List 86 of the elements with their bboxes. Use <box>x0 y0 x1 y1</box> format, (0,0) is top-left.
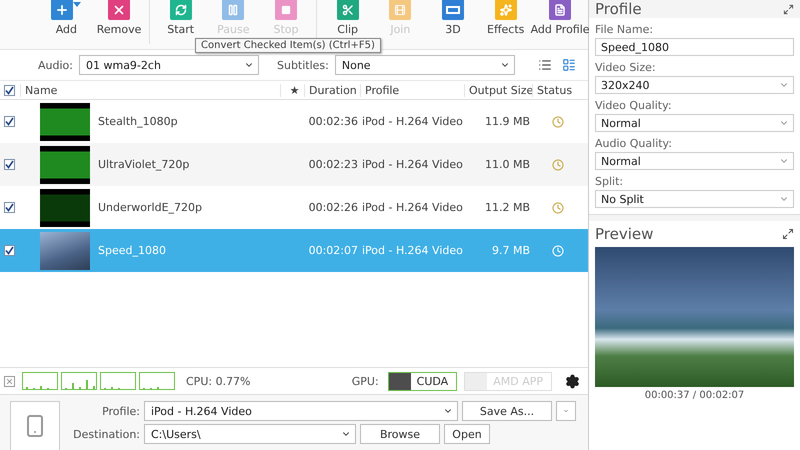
profile-label: Profile: <box>101 404 140 418</box>
field-label: File Name: <box>595 22 654 38</box>
profile-cell-text: iPod - H.264 Video <box>361 244 464 257</box>
duration-cell-text: 00:02:26 <box>308 201 359 214</box>
row-checkbox[interactable] <box>4 245 15 256</box>
toolbar-button[interactable]: Clip <box>321 0 374 36</box>
playback-time: 00:00:37 / 00:02:07 <box>644 389 746 401</box>
field-label: Video Size: <box>595 60 657 76</box>
detail-list-icon <box>562 58 576 72</box>
preview-title: Preview <box>595 225 654 243</box>
list-icon <box>538 58 552 72</box>
profile-dropdown[interactable]: iPod - H.264 Video <box>144 401 458 421</box>
column-header[interactable]: Duration <box>304 84 360 96</box>
text-field[interactable]: Speed_1080 <box>595 38 794 56</box>
film-icon <box>389 0 412 20</box>
profile-cell-text: iPod - H.264 Video <box>361 158 464 171</box>
row-checkbox[interactable] <box>4 116 15 127</box>
duration-cell-text: 00:02:36 <box>308 115 359 128</box>
field-label: Split: <box>595 174 624 190</box>
clock-icon <box>552 244 564 256</box>
toolbar-button[interactable]: Add Profile <box>532 0 588 36</box>
video-thumbnail <box>40 102 90 140</box>
cpu-usage: CPU: 0.77% <box>186 374 251 388</box>
size-cell-text: 11.0 MB <box>484 158 531 171</box>
video-thumbnail <box>40 146 90 184</box>
close-button[interactable] <box>4 376 15 386</box>
row-checkbox[interactable] <box>4 159 15 170</box>
video-thumbnail <box>40 232 90 270</box>
size-cell-text: 9.7 MB <box>490 244 531 257</box>
save-as-button[interactable]: Save As... <box>462 401 552 421</box>
file-name: UltraViolet_720p <box>97 158 190 171</box>
file-name: Speed_1080 <box>97 244 167 257</box>
destination-dropdown[interactable]: C:\Users\ <box>144 424 356 444</box>
browse-button[interactable]: Browse <box>360 424 440 444</box>
destination-label: Destination: <box>72 428 140 440</box>
tooltip: Convert Checked Item(s) (Ctrl+F5) <box>195 38 381 53</box>
caret-icon <box>73 2 82 8</box>
pause-icon <box>222 0 244 20</box>
toolbar-button[interactable]: 3D <box>426 0 480 36</box>
detail-view-button[interactable] <box>560 56 578 74</box>
toolbar-button[interactable]: Start <box>154 0 207 36</box>
audio-label: Audio: <box>38 58 73 72</box>
gpu-label: GPU: <box>352 374 379 388</box>
column-header[interactable]: ★ <box>280 84 304 96</box>
subtitles-label: Subtitles: <box>276 58 329 72</box>
profile-cell-text: iPod - H.264 Video <box>361 201 464 214</box>
select-all-checkbox[interactable] <box>4 84 15 96</box>
file-row[interactable]: UltraViolet_720p 00:02:23 iPod - H.264 Video 11.0 MB <box>0 143 588 186</box>
field-label: Audio Quality: <box>595 136 673 152</box>
dropdown[interactable]: No Split <box>595 190 794 208</box>
file-name: Stealth_1080p <box>97 115 179 128</box>
file-name: UnderworldE_720p <box>97 201 204 214</box>
clock-icon <box>552 158 564 170</box>
subtitles-dropdown[interactable]: None <box>334 55 515 75</box>
column-header[interactable]: Name <box>20 84 280 96</box>
field-label: Video Quality: <box>595 98 673 114</box>
settings-icon[interactable] <box>565 374 580 388</box>
clock-icon <box>552 116 564 128</box>
panel-title: Profile <box>595 0 642 18</box>
square-icon <box>275 0 298 20</box>
duration-cell-text: 00:02:07 <box>308 244 359 257</box>
column-header[interactable]: Profile <box>360 84 464 96</box>
gpu-toggle[interactable]: CUDA <box>388 372 458 390</box>
cpu-graph <box>100 372 136 390</box>
duration-cell-text: 00:02:23 <box>308 158 359 171</box>
video-thumbnail <box>40 188 90 226</box>
open-button[interactable]: Open <box>444 424 490 444</box>
dropdown[interactable]: 320x240 <box>595 76 794 94</box>
size-cell-text: 11.9 MB <box>484 115 531 128</box>
cpu-graph <box>22 372 58 390</box>
column-header[interactable]: Output Size <box>464 84 532 96</box>
toolbar-button[interactable]: Add <box>40 0 93 36</box>
close-icon <box>5 376 14 386</box>
dropdown[interactable]: Normal <box>595 114 794 132</box>
expand-icon[interactable] <box>782 228 794 240</box>
size-cell-text: 11.2 MB <box>484 201 531 214</box>
cpu-graph <box>61 372 97 390</box>
profile-cell-text: iPod - H.264 Video <box>361 115 464 128</box>
clock-icon <box>552 202 564 214</box>
toolbar-button[interactable]: Remove <box>92 0 146 36</box>
cpu-graph <box>139 372 175 390</box>
dropdown[interactable]: Normal <box>595 152 794 170</box>
column-header[interactable]: Status <box>532 84 584 96</box>
expand-icon[interactable] <box>783 4 794 14</box>
row-checkbox[interactable] <box>4 202 15 213</box>
audio-dropdown[interactable]: 01 wma9-2ch <box>78 55 259 75</box>
